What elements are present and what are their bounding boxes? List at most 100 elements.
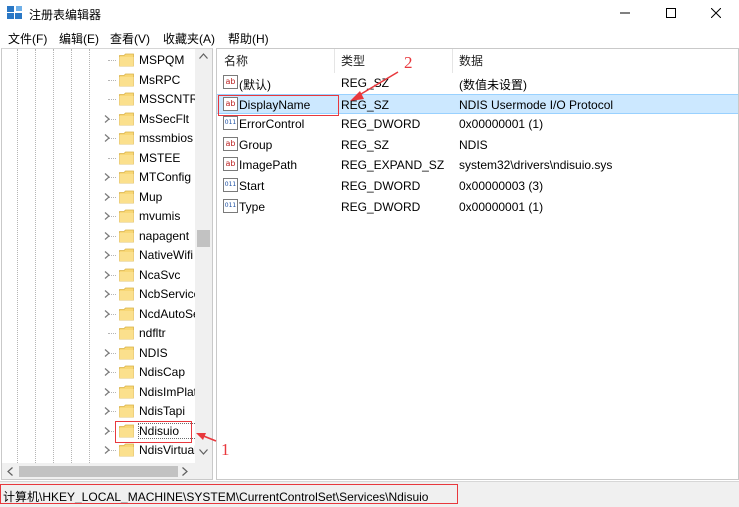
tree-item-label: MsRPC <box>139 72 181 87</box>
expand-chevron-icon[interactable] <box>102 172 112 182</box>
tree-item[interactable]: MsSecFlt <box>2 110 196 130</box>
column-separator[interactable] <box>334 49 335 73</box>
tree-item[interactable]: NdisImPlatform <box>2 383 196 403</box>
tree-item[interactable]: NativeWifi <box>2 246 196 266</box>
expand-chevron-icon[interactable] <box>102 348 112 358</box>
tree-horizontal-scrollbar[interactable] <box>2 463 195 479</box>
folder-icon <box>119 131 134 145</box>
ndisuio-highlight-box <box>115 421 192 443</box>
tree-item[interactable]: NdisCap <box>2 363 196 383</box>
value-row[interactable]: ab ImagePath REG_EXPAND_SZ system32\drivers… <box>217 155 738 176</box>
string-value-icon: ab <box>223 136 238 151</box>
tree-item-label: mssmbios <box>139 131 194 145</box>
tree-item-label: NcbService <box>139 287 196 301</box>
value-row[interactable]: 011 Start REG_DWORD 0x00000003 (3) <box>217 176 738 197</box>
tree-item[interactable]: mssmbios <box>2 129 196 149</box>
expand-chevron-icon[interactable] <box>102 133 112 143</box>
expand-chevron-icon[interactable] <box>102 387 112 397</box>
minimize-button[interactable] <box>602 0 648 26</box>
title-bar: 注册表编辑器 <box>0 0 739 26</box>
column-header-type[interactable]: 类型 <box>341 52 365 69</box>
scroll-right-icon[interactable] <box>182 467 188 476</box>
expand-chevron-icon[interactable] <box>102 270 112 280</box>
value-row[interactable]: 011 ErrorControl REG_DWORD 0x00000001 (1) <box>217 114 738 135</box>
dword-value-icon: 011 <box>223 198 238 213</box>
menu-file[interactable]: 文件(F) <box>8 30 47 47</box>
menu-edit[interactable]: 编辑(E) <box>59 30 99 47</box>
value-row[interactable]: ab (默认) REG_SZ (数值未设置) <box>217 73 738 94</box>
expand-chevron-icon[interactable] <box>102 406 112 416</box>
folder-icon <box>119 92 134 106</box>
tree-item-label: NdisCap <box>139 365 186 379</box>
expand-chevron-icon[interactable] <box>102 309 112 319</box>
expand-chevron-icon[interactable] <box>102 426 112 436</box>
folder-icon <box>119 229 134 242</box>
value-name: ImagePath <box>239 158 298 173</box>
tree-item[interactable]: NcaSvc <box>2 266 196 286</box>
tree-item[interactable]: MSTEE <box>2 149 196 169</box>
menu-help[interactable]: 帮助(H) <box>228 30 269 47</box>
maximize-button[interactable] <box>648 0 694 26</box>
scroll-up-icon[interactable] <box>199 53 208 59</box>
column-separator[interactable] <box>452 49 453 73</box>
folder-icon <box>119 73 134 86</box>
vertical-scroll-thumb[interactable] <box>197 230 210 247</box>
minimize-icon <box>620 12 630 14</box>
value-row[interactable]: ab Group REG_SZ NDIS <box>217 135 738 156</box>
tree-item[interactable]: mvumis <box>2 207 196 227</box>
tree-item[interactable]: MSSCNTRS <box>2 90 196 110</box>
tree-item[interactable]: NcbService <box>2 285 196 305</box>
tree-item-label: NDIS <box>139 345 168 360</box>
menu-view[interactable]: 查看(V) <box>110 30 150 47</box>
expand-chevron-icon[interactable] <box>102 211 112 221</box>
expand-chevron-icon[interactable] <box>102 250 112 260</box>
key-tree-pane[interactable]: MSPQM MsRPC MSSCNTRS MsSecFlt mssmbios MSTEE M… <box>1 48 213 480</box>
menu-favorites[interactable]: 收藏夹(A) <box>163 30 215 47</box>
expand-chevron-icon[interactable] <box>102 114 112 124</box>
tree-vertical-scrollbar[interactable] <box>195 49 212 463</box>
expand-chevron-icon[interactable] <box>102 445 112 455</box>
close-button[interactable] <box>693 0 739 26</box>
folder-icon <box>119 365 134 379</box>
dword-value-icon: 011 <box>223 178 238 192</box>
value-type: REG_DWORD <box>341 199 421 214</box>
folder-icon <box>119 326 134 340</box>
string-value-icon: ab <box>223 75 238 89</box>
tree-item[interactable]: NDIS <box>2 344 196 364</box>
expand-chevron-icon[interactable] <box>102 231 112 241</box>
tree-item-label: MSPQM <box>139 53 185 67</box>
tree-item[interactable]: Mup <box>2 188 196 208</box>
tree-item-label: NcdAutoSetup <box>139 306 196 321</box>
tree-item[interactable]: MSPQM <box>2 51 196 71</box>
tree-item-label: NcaSvc <box>139 267 181 282</box>
value-name: Start <box>239 179 265 193</box>
tree-item[interactable]: NdisTapi <box>2 402 196 422</box>
scroll-down-icon[interactable] <box>199 449 208 455</box>
value-data: NDIS Usermode I/O Protocol <box>459 97 614 112</box>
value-row[interactable]: 011 Type REG_DWORD 0x00000001 (1) <box>217 197 738 218</box>
expand-chevron-icon[interactable] <box>102 192 112 202</box>
column-header-name[interactable]: 名称 <box>224 52 248 69</box>
path-highlight-box <box>0 484 458 504</box>
tree-item[interactable]: NcdAutoSetup <box>2 305 196 325</box>
folder-icon <box>119 443 134 457</box>
value-type: REG_EXPAND_SZ <box>341 158 445 173</box>
expand-chevron-icon[interactable] <box>102 289 112 299</box>
folder-icon <box>119 307 134 320</box>
expand-chevron-icon[interactable] <box>102 367 112 377</box>
scroll-left-icon[interactable] <box>7 467 13 476</box>
scroll-corner <box>195 463 212 479</box>
tree-item[interactable]: MTConfig <box>2 168 196 188</box>
tree-item-label: NativeWifi <box>139 248 194 262</box>
folder-icon <box>119 53 134 67</box>
tree-item[interactable]: MsRPC <box>2 71 196 91</box>
tree-item[interactable]: ndfltr <box>2 324 196 344</box>
tree-item[interactable]: NdisVirtualBus <box>2 441 196 461</box>
value-name: (默认) <box>239 78 271 92</box>
value-data: 0x00000001 (1) <box>459 199 544 214</box>
column-header-data[interactable]: 数据 <box>459 52 483 69</box>
tree-item[interactable]: napagent <box>2 227 196 247</box>
tree-connector-line <box>108 333 116 334</box>
tree-item-label: NdisTapi <box>139 404 186 418</box>
horizontal-scroll-thumb[interactable] <box>19 466 178 477</box>
